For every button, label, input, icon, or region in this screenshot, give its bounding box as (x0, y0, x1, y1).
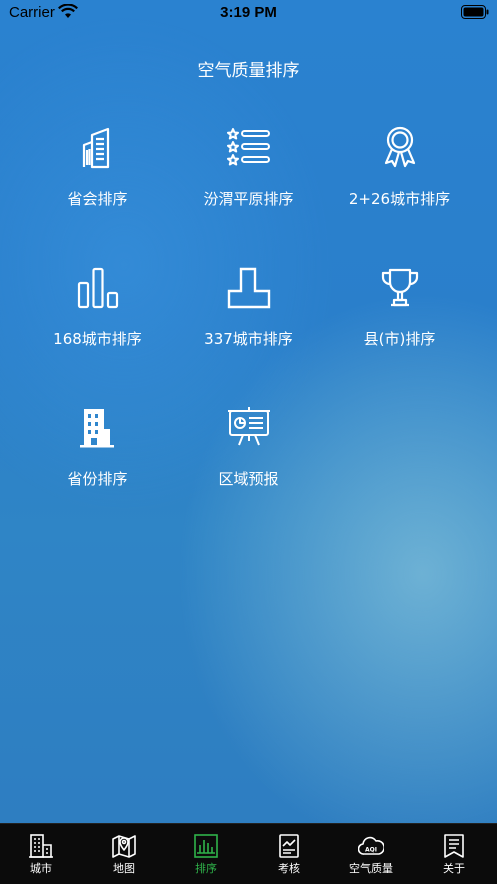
office-building-icon (79, 409, 114, 448)
tab-label: 考核 (278, 862, 300, 875)
grid-item-regional-forecast[interactable]: 区域预报 (166, 405, 331, 505)
map-pin-icon (112, 835, 136, 858)
buildings-icon (82, 127, 109, 169)
tab-label: 地图 (113, 862, 135, 875)
grid-item-label: 县(市)排序 (363, 330, 436, 348)
city-building-icon (29, 834, 53, 858)
tab-bar: 城市 地图 排序 考核 AQI 空气质量 关于 (0, 823, 497, 884)
grid-item-provinces[interactable]: 省份排序 (15, 405, 180, 505)
tab-assessment[interactable]: 考核 (248, 824, 330, 884)
grid-item-label: 168城市排序 (53, 330, 142, 348)
report-chart-icon (279, 834, 299, 858)
tab-label: 排序 (195, 862, 217, 875)
status-bar: Carrier 3:19 PM (0, 0, 497, 26)
status-time: 3:19 PM (220, 4, 277, 21)
tab-city[interactable]: 城市 (0, 824, 82, 884)
tab-air-quality[interactable]: AQI 空气质量 (330, 824, 412, 884)
tab-ranking[interactable]: 排序 (165, 824, 247, 884)
aqi-icon-text: AQI (365, 847, 377, 854)
aqi-cloud-icon: AQI (358, 836, 384, 855)
award-ribbon-icon (384, 126, 415, 168)
tab-map[interactable]: 地图 (83, 824, 165, 884)
star-list-icon (226, 128, 270, 166)
tab-label: 空气质量 (349, 862, 393, 875)
grid-item-fenwei-plain[interactable]: 汾渭平原排序 (166, 125, 331, 225)
presentation-board-icon (227, 407, 270, 446)
grid-item-label: 区域预报 (218, 470, 279, 488)
bar-chart-icon (77, 267, 118, 309)
grid-item-337-cities[interactable]: 337城市排序 (166, 265, 331, 365)
grid-item-county-cities[interactable]: 县(市)排序 (317, 265, 482, 365)
grid-item-label: 2+26城市排序 (348, 190, 451, 208)
step-blocks-icon (227, 267, 270, 309)
grid-item-label: 337城市排序 (204, 330, 293, 348)
grid-item-label: 省会排序 (67, 190, 128, 208)
battery-icon (461, 5, 489, 19)
page-title: 空气质量排序 (197, 61, 300, 81)
grid-item-label: 汾渭平原排序 (203, 190, 294, 208)
grid-item-2-26-cities[interactable]: 2+26城市排序 (317, 125, 482, 225)
tab-label: 关于 (443, 862, 465, 875)
grid-item-168-cities[interactable]: 168城市排序 (15, 265, 180, 365)
grid-item-provincial-capitals[interactable]: 省会排序 (15, 125, 180, 225)
bar-chart-icon (194, 834, 218, 858)
tab-label: 城市 (30, 862, 52, 875)
tab-about[interactable]: 关于 (413, 824, 495, 884)
document-icon (444, 834, 464, 858)
grid-item-label: 省份排序 (67, 470, 128, 488)
trophy-icon (381, 268, 418, 307)
